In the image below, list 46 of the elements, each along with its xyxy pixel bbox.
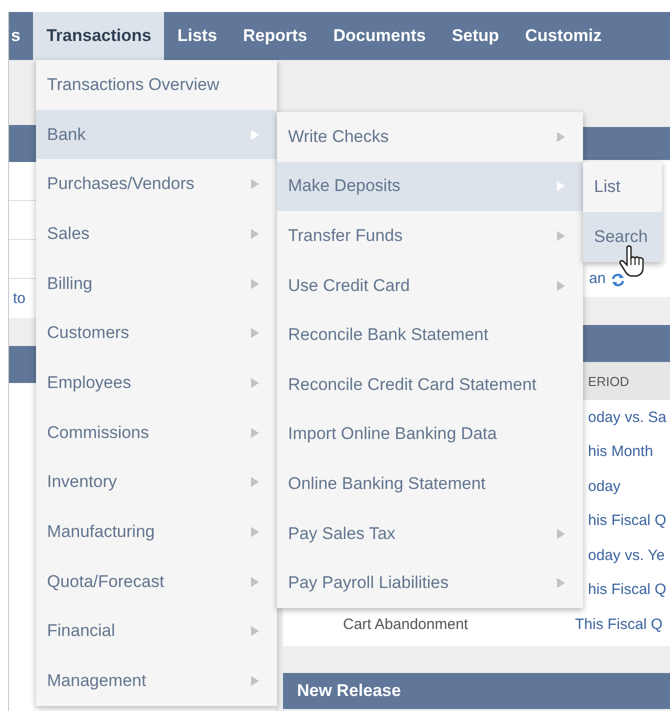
nav-tab[interactable]: Customiz (512, 12, 615, 60)
period-link[interactable]: This Fiscal Q (572, 616, 663, 633)
period-link[interactable]: oday vs. Sa (585, 408, 666, 426)
table-cell-text: Cart Abandonment (342, 616, 468, 633)
menu-item[interactable]: Online Banking Statement (277, 459, 583, 509)
menu-item[interactable]: Transactions Overview (36, 60, 277, 110)
menu-item[interactable]: Financial (36, 606, 277, 656)
menu-item[interactable]: Commissions (36, 408, 277, 458)
menu-item[interactable]: Reconcile Credit Card Statement (277, 360, 583, 410)
menu-item[interactable]: Quota/Forecast (36, 556, 277, 607)
panel-link[interactable]: an (589, 270, 606, 287)
menu-item[interactable]: List (583, 162, 662, 212)
menu-item[interactable]: Make Deposits (277, 162, 583, 212)
hand-cursor-icon (619, 245, 645, 277)
nav-tab[interactable]: Transactions (33, 12, 164, 60)
menu-item[interactable]: Pay Sales Tax (277, 508, 583, 558)
menu-item[interactable]: Pay Payroll Liabilities (277, 558, 583, 608)
period-link[interactable]: his Month (585, 443, 654, 460)
menu-item[interactable]: Purchases/Vendors (36, 159, 277, 210)
refresh-icon[interactable] (610, 273, 626, 287)
menu-item[interactable]: Management (36, 656, 277, 706)
period-link[interactable]: his Fiscal Q (585, 512, 666, 530)
menu-item[interactable]: Transfer Funds (277, 211, 583, 261)
menu-item[interactable]: Manufacturing (36, 507, 277, 557)
period-link[interactable]: his Fiscal Q (585, 581, 666, 598)
nav-tab[interactable]: Setup (438, 12, 512, 60)
nav-tab[interactable]: Reports (230, 12, 320, 60)
panel-link[interactable]: to (13, 290, 26, 307)
menu-item[interactable]: Customers (36, 308, 277, 358)
menu-item[interactable]: Reconcile Bank Statement (277, 310, 583, 360)
menu-item[interactable]: Employees (36, 358, 277, 408)
period-link[interactable]: oday (585, 478, 621, 495)
menu-item[interactable]: Use Credit Card (277, 260, 583, 310)
menu-item[interactable]: Bank (36, 110, 277, 160)
column-header: ERIOD (588, 374, 630, 388)
menu-item[interactable]: Search (583, 212, 662, 262)
panel-title: New Release (297, 680, 401, 700)
menu-item[interactable]: Inventory (36, 458, 277, 508)
nav-tab[interactable]: Lists (164, 12, 230, 60)
menu-item[interactable]: Write Checks (277, 112, 583, 162)
nav-tab[interactable]: s (9, 12, 34, 60)
menu-item[interactable]: Import Online Banking Data (277, 410, 583, 460)
menu-item[interactable]: Billing (36, 258, 277, 308)
period-link[interactable]: oday vs. Ye (585, 546, 665, 564)
nav-tab[interactable]: Documents (320, 12, 439, 60)
menu-item[interactable]: Sales (36, 209, 277, 259)
